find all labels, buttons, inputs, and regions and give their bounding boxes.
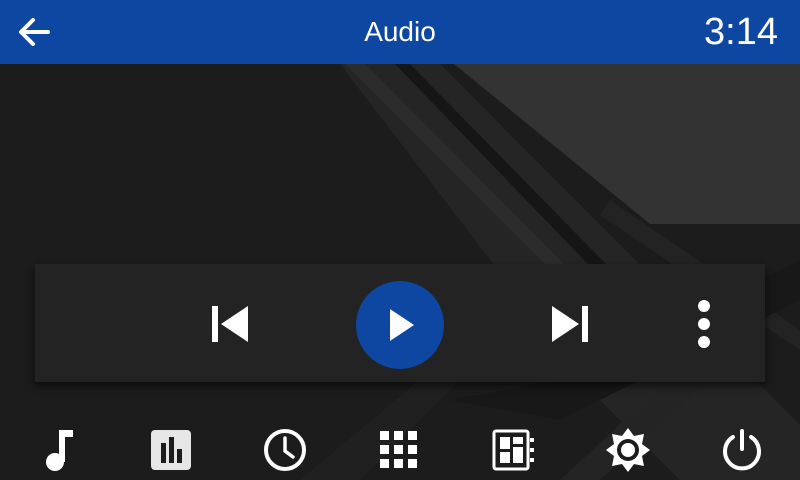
play-icon — [390, 309, 414, 341]
dock-item-apps[interactable] — [371, 424, 427, 476]
more-options-button[interactable] — [684, 299, 724, 349]
audio-screen: Audio 3:14 — [0, 0, 800, 480]
dock-item-music[interactable] — [29, 424, 85, 476]
previous-track-button[interactable] — [205, 299, 255, 349]
brightness-icon — [606, 428, 650, 472]
more-vertical-icon — [698, 300, 710, 348]
play-button[interactable] — [356, 281, 444, 369]
music-note-icon — [46, 430, 73, 471]
app-grid-icon — [380, 431, 417, 468]
dock-item-power[interactable] — [714, 424, 770, 476]
clock-display: 3:14 — [704, 11, 778, 53]
skip-next-icon — [552, 306, 588, 342]
clock-icon — [264, 429, 306, 471]
dock-item-brightness[interactable] — [600, 424, 656, 476]
next-track-button[interactable] — [545, 299, 595, 349]
bottom-dock — [0, 404, 800, 480]
dock-item-clock[interactable] — [257, 424, 313, 476]
dock-item-equalizer[interactable] — [143, 424, 199, 476]
power-icon — [723, 429, 761, 471]
page-title: Audio — [364, 16, 436, 47]
media-controls-panel — [35, 264, 765, 382]
app-bar: Audio 3:14 — [0, 0, 800, 64]
equalizer-icon — [151, 430, 191, 470]
skip-previous-icon — [212, 306, 248, 342]
dock-item-dashboard[interactable] — [486, 424, 542, 476]
dashboard-icon — [492, 429, 534, 471]
